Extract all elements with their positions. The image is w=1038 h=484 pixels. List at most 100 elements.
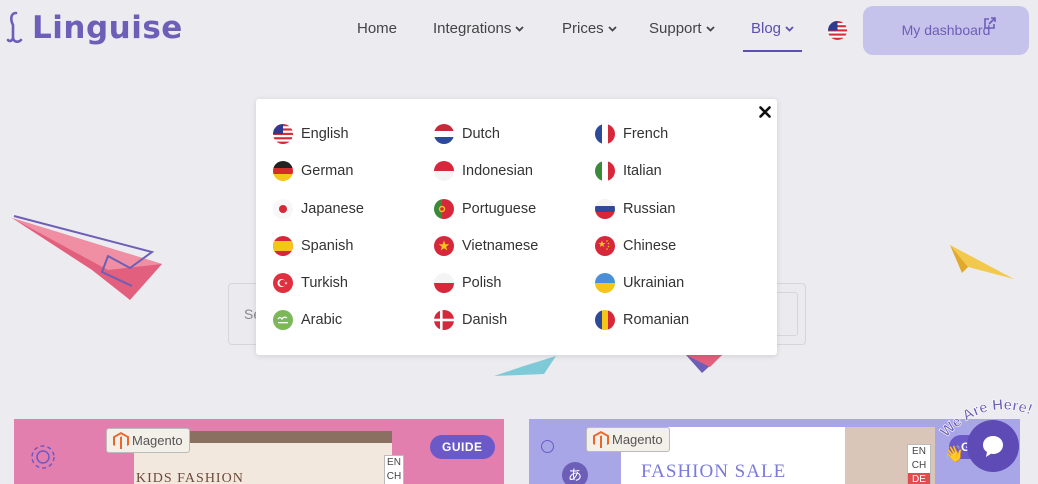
gear-icon (31, 445, 55, 469)
preview-title: FASHION SALE (641, 461, 787, 482)
language-option-italian[interactable]: Italian (595, 161, 662, 181)
language-option-spanish[interactable]: Spanish (273, 236, 353, 256)
language-option-turkish[interactable]: Turkish (273, 273, 348, 293)
language-label: Arabic (301, 312, 343, 328)
guide-badge: GUIDE (430, 435, 495, 459)
circle-icon (541, 440, 554, 453)
ar-flag-icon (273, 310, 293, 330)
magento-icon (113, 432, 129, 449)
language-option-indonesian[interactable]: Indonesian (434, 161, 533, 181)
language-option-japanese[interactable]: Japanese (273, 199, 364, 219)
language-label: Vietnamese (462, 238, 539, 254)
de-flag-icon (273, 161, 293, 181)
es-flag-icon (273, 236, 293, 256)
nav-support-label: Support (649, 20, 702, 37)
chat-button[interactable] (967, 420, 1019, 472)
language-label: Italian (623, 163, 662, 179)
fr-flag-icon (595, 124, 615, 144)
my-dashboard-label: My dashboard (901, 22, 991, 38)
cn-flag-icon (595, 236, 615, 256)
preview-language-list: EN CH DE (907, 444, 931, 484)
logo-mark-icon (6, 11, 23, 43)
nav-blog[interactable]: Blog (751, 20, 794, 37)
us-flag-icon (273, 124, 293, 144)
language-option-romanian[interactable]: Romanian (595, 310, 689, 330)
language-label: Dutch (462, 126, 500, 142)
language-option-danish[interactable]: Danish (434, 310, 507, 330)
nav-integrations[interactable]: Integrations (433, 20, 525, 37)
paper-plane-illustration (950, 245, 1014, 279)
language-label: French (623, 126, 669, 142)
language-label: Danish (462, 312, 508, 328)
language-label: English (301, 126, 349, 142)
magento-icon (593, 431, 609, 448)
jp-flag-icon (273, 199, 293, 219)
site-header: Linguise Home Integrations Prices Suppor… (0, 0, 1038, 60)
language-label: German (301, 163, 354, 179)
dk-flag-icon (434, 310, 454, 330)
language-label: Polish (462, 275, 502, 291)
id-flag-icon (434, 161, 454, 181)
close-icon[interactable] (759, 106, 771, 118)
nav-home-label: Home (357, 20, 398, 37)
preview-lang-option: EN (912, 446, 926, 457)
paper-plane-illustration (494, 356, 556, 376)
nav-prices-label: Prices (562, 20, 604, 37)
nav-blog-label: Blog (751, 20, 782, 37)
magento-label: Magento (612, 432, 663, 447)
chevron-down-icon (705, 25, 715, 32)
preview-lang-option: EN (387, 457, 401, 468)
nav-support[interactable]: Support (649, 20, 715, 37)
japanese-char-icon: あ (562, 462, 588, 484)
language-option-vietnamese[interactable]: Vietnamese (434, 236, 538, 256)
language-option-german[interactable]: German (273, 161, 353, 181)
preview-lang-option: CH (911, 460, 927, 471)
chevron-down-icon (785, 25, 794, 32)
nav-integrations-label: Integrations (433, 20, 512, 37)
language-option-russian[interactable]: Russian (595, 199, 675, 219)
language-option-polish[interactable]: Polish (434, 273, 502, 293)
magento-tag: Magento (586, 427, 670, 452)
my-dashboard-button[interactable]: My dashboard (863, 6, 1029, 55)
language-label: Turkish (301, 275, 348, 291)
ru-flag-icon (595, 199, 615, 219)
preview-lang-option: CH (386, 471, 402, 482)
language-label: Romanian (623, 312, 690, 328)
language-label: Spanish (301, 238, 354, 254)
chevron-down-icon (608, 25, 617, 32)
nav-home[interactable]: Home (357, 20, 397, 37)
nav-active-underline (743, 50, 802, 52)
paper-plane-illustration (686, 355, 722, 373)
magento-label: Magento (132, 433, 183, 448)
language-label: Chinese (623, 238, 677, 254)
magento-tag: Magento (106, 428, 190, 453)
ua-flag-icon (595, 273, 615, 293)
language-option-dutch[interactable]: Dutch (434, 124, 500, 144)
language-option-french[interactable]: French (595, 124, 668, 144)
preview-title: KIDS FASHION (136, 471, 244, 484)
language-option-portuguese[interactable]: Portuguese (434, 199, 536, 219)
us-flag-icon[interactable] (828, 21, 847, 40)
language-option-english[interactable]: English (273, 124, 349, 144)
pt-flag-icon (434, 199, 454, 219)
guide-card[interactable]: KIDS FASHION EN CH Magento GUIDE (14, 419, 504, 484)
chat-bubble-icon (983, 436, 1003, 457)
language-label: Russian (623, 201, 676, 217)
language-label: Japanese (301, 201, 364, 217)
vn-flag-icon (434, 236, 454, 256)
external-link-icon (984, 17, 996, 29)
it-flag-icon (595, 161, 615, 181)
language-label: Ukrainian (623, 275, 685, 291)
nav-prices[interactable]: Prices (562, 20, 617, 37)
pl-flag-icon (434, 273, 454, 293)
logo-text: Linguise (32, 10, 183, 46)
language-option-ukrainian[interactable]: Ukrainian (595, 273, 684, 293)
chevron-down-icon (515, 25, 525, 32)
language-label: Portuguese (462, 201, 537, 217)
language-option-chinese[interactable]: Chinese (595, 236, 676, 256)
language-option-arabic[interactable]: Arabic (273, 310, 342, 330)
preview-language-list: EN CH (384, 455, 404, 484)
nl-flag-icon (434, 124, 454, 144)
logo[interactable]: Linguise (6, 10, 183, 46)
preview-lang-option: DE (908, 473, 930, 484)
